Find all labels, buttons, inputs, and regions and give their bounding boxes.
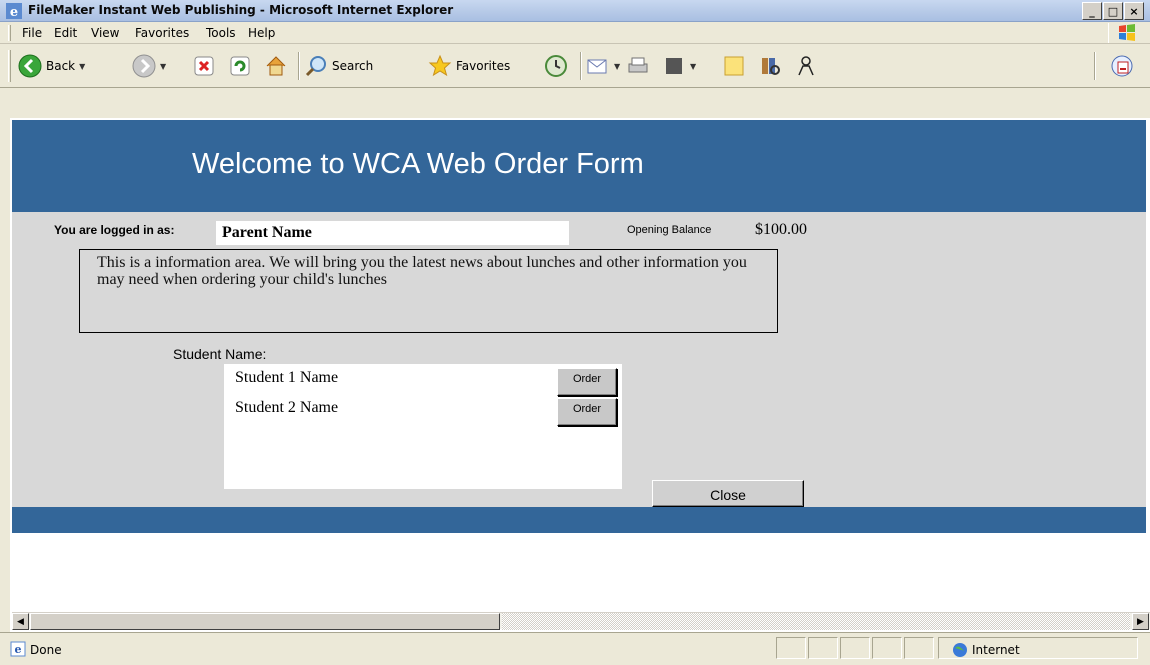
stop-button[interactable] (192, 52, 216, 80)
search-label: Search (332, 59, 374, 73)
toolbar-grip[interactable] (8, 50, 11, 82)
title-bar[interactable]: e FileMaker Instant Web Publishing - Mic… (0, 0, 1150, 22)
edit-dropdown-icon[interactable]: ▼ (690, 62, 696, 71)
footer-band (12, 507, 1146, 533)
student-1-name: Student 1 Name (235, 369, 339, 386)
stop-icon (194, 56, 214, 76)
status-cell (904, 637, 934, 659)
search-button[interactable]: Search (304, 52, 373, 80)
opening-balance-label: Opening Balance (627, 224, 712, 236)
favorites-label: Favorites (456, 59, 511, 73)
acrobat-button[interactable] (1110, 52, 1134, 80)
menu-favorites[interactable]: Favorites (135, 26, 189, 40)
status-cell (872, 637, 902, 659)
status-cell (776, 637, 806, 659)
close-icon: × (1129, 4, 1139, 18)
menu-edit[interactable]: Edit (54, 26, 77, 40)
parent-name-field: Parent Name (216, 221, 569, 245)
page-done-icon: e (10, 641, 26, 657)
mail-button[interactable]: ▼ (586, 52, 620, 80)
back-label: Back (46, 59, 76, 73)
status-cell (808, 637, 838, 659)
messenger-icon (798, 56, 814, 76)
history-button[interactable] (544, 52, 568, 80)
arrow-right-icon: ▶ (1137, 616, 1144, 627)
back-dropdown-icon[interactable]: ▼ (79, 62, 85, 71)
minimize-button[interactable]: _ (1082, 2, 1102, 20)
student-name-label: Student Name: (173, 346, 267, 362)
menu-view[interactable]: View (91, 26, 119, 40)
order-button-student-2[interactable]: Order (557, 398, 617, 426)
star-icon (428, 54, 452, 77)
student-2-name: Student 2 Name (235, 399, 339, 416)
mail-icon (587, 59, 607, 74)
svg-text:e: e (10, 5, 18, 19)
opening-balance-value: $100.00 (755, 221, 807, 238)
back-arrow-icon (18, 54, 42, 78)
svg-text:e: e (15, 643, 22, 656)
header-band: Welcome to WCA Web Order Form (12, 120, 1146, 212)
menu-grip[interactable] (8, 25, 11, 41)
status-cell (840, 637, 870, 659)
research-icon (762, 58, 780, 75)
maximize-button[interactable]: □ (1103, 2, 1123, 20)
search-icon (305, 56, 326, 77)
scroll-right-button[interactable]: ▶ (1132, 613, 1149, 630)
scroll-left-button[interactable]: ◀ (12, 613, 29, 630)
home-button[interactable] (264, 52, 288, 80)
zone-text: Internet (972, 643, 1020, 657)
scroll-thumb[interactable] (30, 613, 500, 630)
close-button[interactable]: Close (652, 480, 804, 507)
status-bar: e Done Internet (0, 632, 1150, 665)
favorites-button[interactable]: Favorites (428, 52, 510, 80)
menu-tools[interactable]: Tools (206, 26, 236, 40)
back-button[interactable]: Back ▼ (18, 52, 85, 80)
forward-arrow-icon (132, 54, 156, 78)
windows-logo-icon (1108, 23, 1144, 43)
refresh-icon (230, 56, 250, 76)
viewport-left-border (0, 88, 10, 633)
forward-dropdown-icon[interactable]: ▼ (160, 62, 166, 71)
menu-help[interactable]: Help (248, 26, 275, 40)
forward-button[interactable]: ▼ (132, 52, 166, 80)
scroll-track[interactable] (502, 613, 1130, 630)
discuss-button[interactable] (722, 52, 746, 80)
page-title: Welcome to WCA Web Order Form (192, 148, 644, 180)
history-icon (545, 55, 567, 77)
mail-dropdown-icon[interactable]: ▼ (614, 62, 620, 71)
print-icon (628, 57, 648, 73)
viewport-top-margin (10, 88, 1150, 118)
pdf-icon (1111, 55, 1133, 77)
student-list: Student 1 Name Order Student 2 Name Orde… (224, 364, 622, 489)
research-button[interactable] (758, 52, 782, 80)
horizontal-scrollbar[interactable]: ◀ ▶ (12, 612, 1150, 630)
edit-icon (666, 58, 682, 74)
window-title: FileMaker Instant Web Publishing - Micro… (28, 3, 454, 17)
home-icon (266, 56, 286, 76)
minimize-icon: _ (1089, 4, 1095, 18)
edit-button[interactable]: ▼ (662, 52, 696, 80)
information-area: This is a information area. We will brin… (79, 249, 778, 333)
messenger-button[interactable] (794, 52, 818, 80)
menu-file[interactable]: File (22, 26, 42, 40)
ie-icon: e (6, 3, 22, 19)
note-icon (724, 56, 744, 76)
refresh-button[interactable] (228, 52, 252, 80)
login-label: You are logged in as: (54, 223, 175, 237)
close-window-button[interactable]: × (1124, 2, 1144, 20)
zone-cell (938, 637, 1138, 659)
web-page: Welcome to WCA Web Order Form You are lo… (12, 120, 1146, 613)
menu-bar: File Edit View Favorites Tools Help (0, 22, 1150, 44)
status-text: Done (30, 643, 62, 657)
toolbar: Back ▼ ▼ Search Favorites ▼ ▼ (0, 44, 1150, 88)
maximize-icon: □ (1107, 4, 1119, 18)
arrow-left-icon: ◀ (17, 616, 24, 627)
order-button-student-1[interactable]: Order (557, 368, 617, 396)
globe-icon (953, 643, 967, 657)
print-button[interactable] (626, 52, 650, 80)
